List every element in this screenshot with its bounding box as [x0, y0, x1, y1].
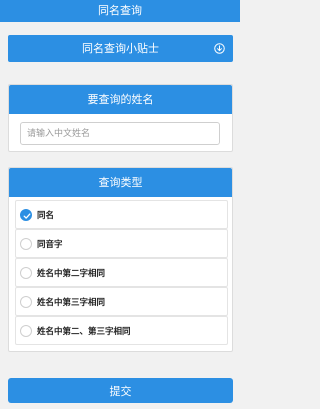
radio-checked-icon[interactable] [20, 208, 32, 221]
name-input[interactable] [20, 122, 220, 145]
radio-unchecked-icon[interactable] [20, 266, 32, 279]
page-title: 同名查询 [0, 0, 240, 22]
query-type-label: 同音字 [37, 239, 63, 250]
radio-unchecked-icon[interactable] [20, 324, 32, 337]
query-type-option[interactable]: 同音字 [15, 229, 228, 258]
query-type-label: 同名 [37, 210, 55, 221]
query-type-option[interactable]: 姓名中第二、第三字相同 [15, 316, 228, 345]
query-type-section: 查询类型 同名 同音字 姓名中第二字相同 姓名中第三字相同 姓名中第二、第三字相… [8, 167, 233, 352]
radio-unchecked-icon[interactable] [20, 295, 32, 308]
query-type-label: 姓名中第二字相同 [37, 268, 106, 279]
name-section: 要查询的姓名 [8, 84, 233, 152]
query-type-label: 姓名中第二、第三字相同 [37, 326, 131, 337]
query-type-option[interactable]: 姓名中第二字相同 [15, 258, 228, 287]
query-type-options: 同名 同音字 姓名中第二字相同 姓名中第三字相同 姓名中第二、第三字相同 [9, 197, 232, 349]
tips-label: 同名查询小贴士 [82, 42, 159, 55]
query-type-label: 姓名中第三字相同 [37, 297, 106, 308]
submit-button[interactable]: 提交 [8, 378, 233, 403]
tips-toggle-button[interactable]: 同名查询小贴士 [8, 35, 233, 62]
name-section-title: 要查询的姓名 [9, 85, 232, 114]
query-type-title: 查询类型 [9, 168, 232, 197]
arrow-down-circle-icon [214, 43, 225, 54]
query-type-option[interactable]: 姓名中第三字相同 [15, 287, 228, 316]
query-type-option[interactable]: 同名 [15, 200, 228, 229]
radio-unchecked-icon[interactable] [20, 237, 32, 250]
